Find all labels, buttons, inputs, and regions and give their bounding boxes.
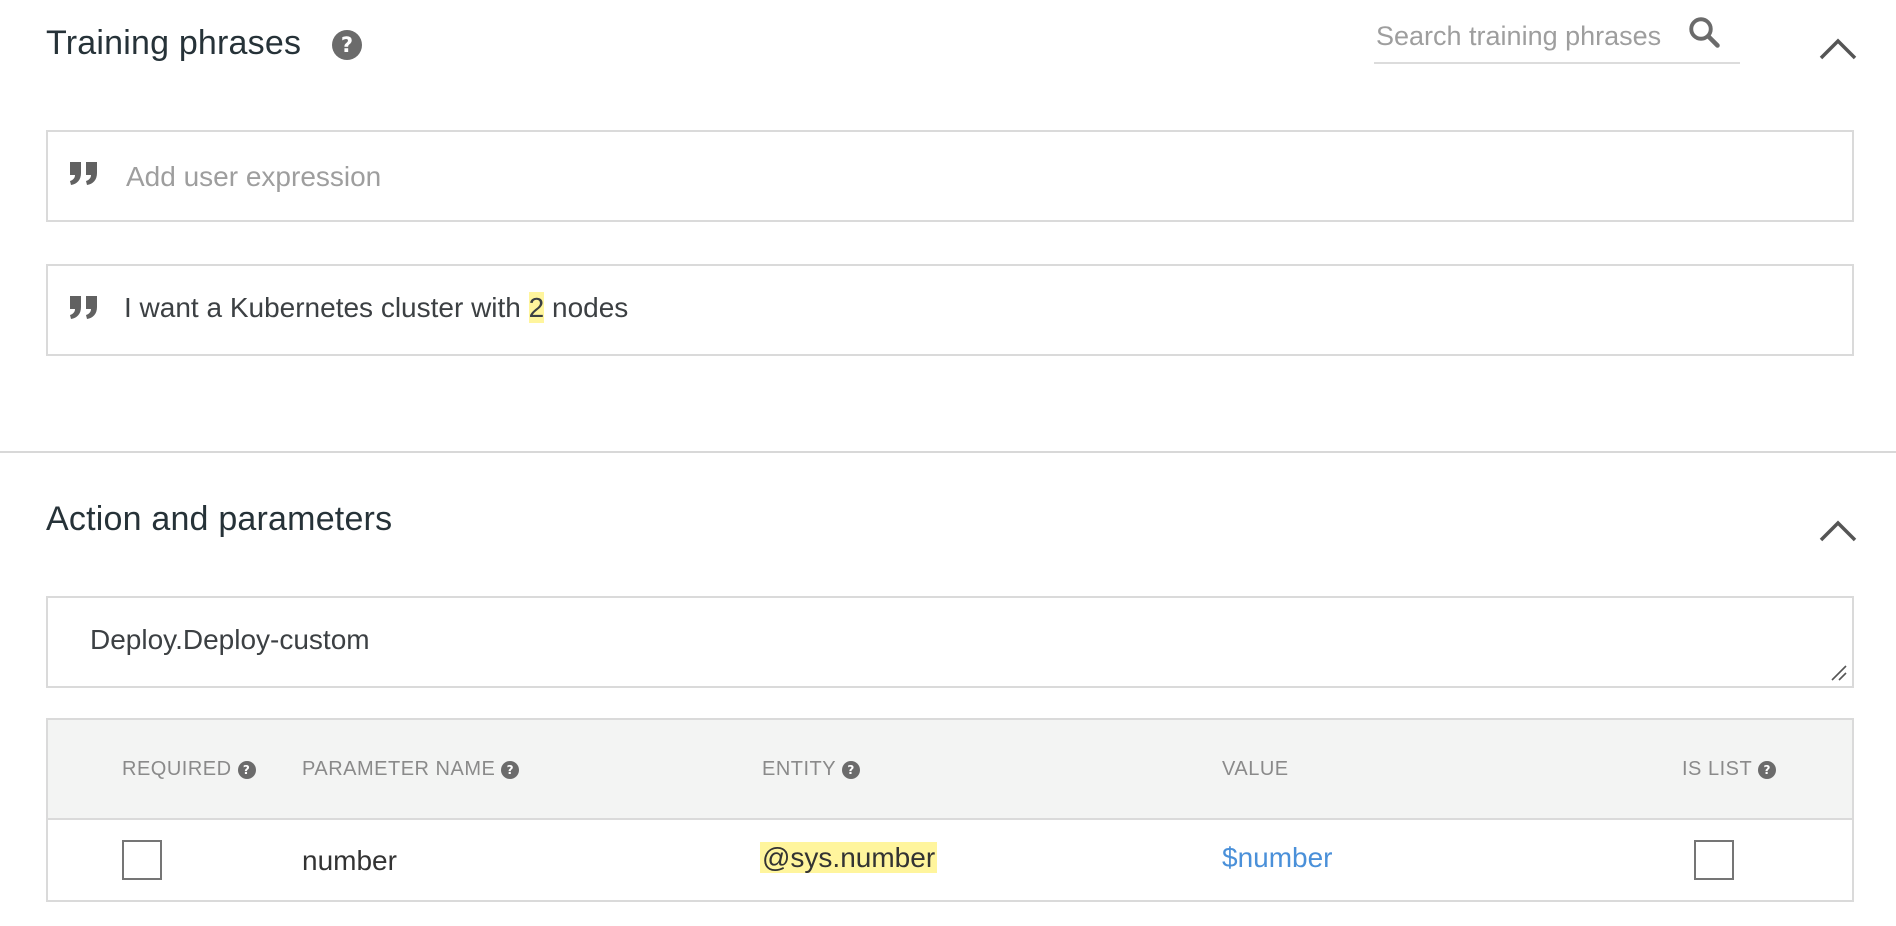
entity-value[interactable]: @sys.number xyxy=(760,842,938,873)
parameter-name-input[interactable] xyxy=(300,840,704,882)
search-icon[interactable] xyxy=(1686,14,1722,50)
parameter-name-help-icon[interactable]: ? xyxy=(501,760,520,779)
training-phrases-title: Training phrases xyxy=(46,24,302,62)
collapse-action-chevron-up-icon[interactable] xyxy=(1818,518,1858,544)
annotated-parameter-highlight[interactable]: 2 xyxy=(528,292,545,323)
action-name-value[interactable]: Deploy.Deploy-custom xyxy=(90,624,370,656)
quote-icon xyxy=(70,162,97,185)
entity-help-icon[interactable]: ? xyxy=(842,760,861,779)
entity-cell[interactable]: @sys.number xyxy=(760,842,938,874)
parameters-table: REQUIRED? PARAMETER NAME? ENTITY? VALUE … xyxy=(46,718,1854,902)
quote-icon xyxy=(70,296,97,319)
is-list-checkbox[interactable] xyxy=(1694,840,1734,880)
required-help-icon[interactable]: ? xyxy=(237,760,256,779)
is-list-help-icon[interactable]: ? xyxy=(1758,760,1777,779)
required-checkbox[interactable] xyxy=(122,840,162,880)
header-required: REQUIRED? xyxy=(122,758,256,781)
add-user-expression-row xyxy=(46,130,1854,222)
header-entity: ENTITY? xyxy=(762,758,861,781)
header-value: VALUE xyxy=(1222,758,1289,780)
section-divider xyxy=(0,451,1896,453)
action-name-field[interactable]: Deploy.Deploy-custom xyxy=(46,596,1854,688)
phrase-text-before: I want a Kubernetes cluster with xyxy=(124,292,529,323)
header-parameter-name: PARAMETER NAME? xyxy=(302,758,520,781)
search-training-phrases xyxy=(1374,10,1740,64)
action-parameters-title: Action and parameters xyxy=(46,500,393,538)
add-user-expression-input[interactable] xyxy=(124,156,1728,198)
search-training-phrases-input[interactable] xyxy=(1374,18,1678,54)
training-phrase-text[interactable]: I want a Kubernetes cluster with 2 nodes xyxy=(124,292,628,324)
collapse-training-chevron-up-icon[interactable] xyxy=(1818,36,1858,62)
help-circle-icon[interactable]: ? xyxy=(332,30,362,60)
header-is-list: IS LIST? xyxy=(1682,758,1777,781)
phrase-text-after: nodes xyxy=(544,292,629,323)
resize-grip-icon[interactable] xyxy=(1830,664,1848,682)
table-row: @sys.number $number xyxy=(48,820,1852,900)
parameters-table-header: REQUIRED? PARAMETER NAME? ENTITY? VALUE … xyxy=(48,720,1852,820)
training-phrase-row[interactable]: I want a Kubernetes cluster with 2 nodes xyxy=(46,264,1854,356)
value-link[interactable]: $number xyxy=(1222,842,1333,874)
